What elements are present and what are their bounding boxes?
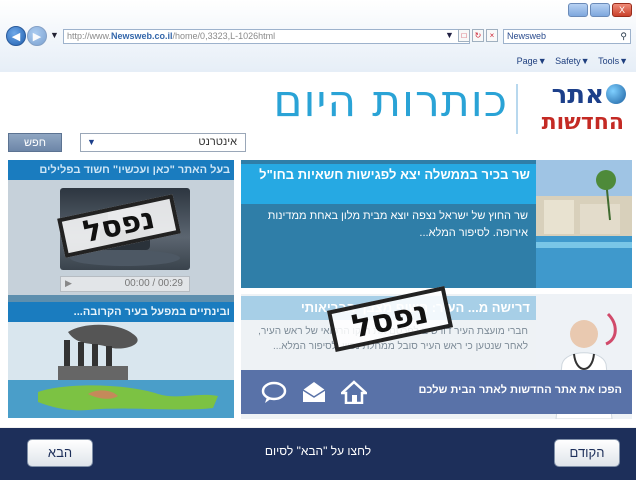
left-column: בעל האתר "כאן ועכשיו" חשוד בפלילים ▶ 00:… (8, 160, 234, 418)
chevron-down-icon: ▼ (87, 137, 96, 147)
search-scope-select[interactable]: אינטרנט ▼ (80, 133, 246, 152)
refresh-icon[interactable]: ↻ (472, 29, 484, 42)
article-1-title[interactable]: שר בכיר בממשלה יצא לפגישות חשאיות בחו"ל (241, 164, 536, 204)
stop-icon[interactable]: × (486, 29, 498, 42)
previous-button[interactable]: הקודם (554, 439, 620, 467)
compat-view-icon[interactable]: □ (458, 29, 470, 42)
back-button[interactable]: ◀ (6, 26, 26, 46)
search-button[interactable]: חפש (8, 133, 62, 152)
footer-instruction: לחצו על "הבא" לסיום (264, 444, 372, 458)
browser-search-input[interactable]: Newsweb ⚲ (503, 29, 631, 44)
promo-icons (261, 380, 367, 404)
maximize-button[interactable] (590, 3, 610, 17)
forward-button[interactable]: ▶ (27, 26, 47, 46)
page-title: כותרות היום (273, 76, 508, 127)
search-icon[interactable]: ⚲ (620, 30, 627, 43)
site-logo[interactable]: אתר החדשות (520, 80, 630, 140)
menu-safety[interactable]: Safety▼ (555, 56, 589, 66)
promo-text: הפכו את אתר החדשות לאתר הבית שלכם (418, 384, 622, 396)
video-title[interactable]: בעל האתר "כאן ועכשיו" חשוד בפלילים (8, 160, 234, 180)
factory-illustration[interactable] (8, 322, 234, 418)
illustration-title[interactable]: ובינתיים במפעל בעיר הקרובה... (8, 302, 234, 322)
logo-line1: אתר (551, 80, 604, 110)
site-search: חפש אינטרנט ▼ (8, 133, 246, 152)
command-bar: Page▼ Safety▼ Tools▼ (511, 56, 628, 66)
set-homepage-banner[interactable]: הפכו את אתר החדשות לאתר הבית שלכם (241, 370, 632, 414)
article-1-body: שר החוץ של ישראל נצפה יוצא מבית מלון באח… (267, 210, 528, 239)
article-card-1[interactable]: שר בכיר בממשלה יצא לפגישות חשאיות בחו"ל … (241, 160, 632, 288)
history-dropdown-icon[interactable]: ▼ (50, 30, 59, 40)
minimize-button[interactable] (568, 3, 588, 17)
browser-window: ◀ ▶ ▼ http://www.Newsweb.co.il/home/0,33… (0, 0, 636, 480)
play-icon[interactable]: ▶ (65, 278, 72, 289)
video-time: 00:00 / 00:29 (124, 278, 183, 289)
video-controls: ▶ 00:00 / 00:29 (60, 276, 190, 292)
menu-page[interactable]: Page▼ (517, 56, 547, 66)
close-window-button[interactable]: X (612, 3, 632, 17)
address-dropdown-icon[interactable]: ▼ (445, 30, 454, 40)
mail-icon[interactable] (301, 380, 327, 404)
hotel-pool-image[interactable] (536, 160, 632, 288)
address-tools: □ ↻ × (458, 29, 498, 42)
globe-icon (606, 84, 626, 104)
address-bar[interactable]: http://www.Newsweb.co.il/home/0,3323,L-1… (63, 29, 470, 44)
home-icon[interactable] (341, 380, 367, 404)
logo-line2: החדשות (541, 110, 624, 135)
logo-divider (516, 84, 518, 134)
chat-icon[interactable] (261, 380, 287, 404)
footer-bar: הבא לחצו על "הבא" לסיום הקודם (0, 428, 636, 480)
browser-chrome: ◀ ▶ ▼ http://www.Newsweb.co.il/home/0,33… (0, 0, 636, 72)
menu-tools[interactable]: Tools▼ (598, 56, 628, 66)
